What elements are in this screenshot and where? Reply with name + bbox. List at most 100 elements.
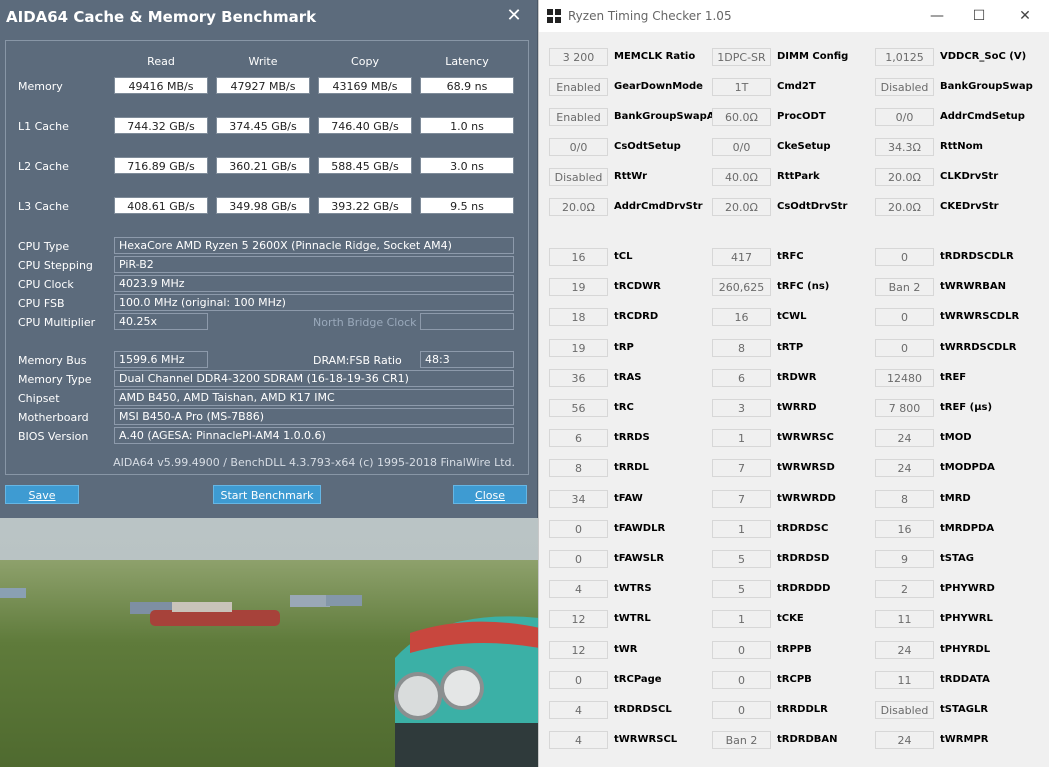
field-value-trrds: 6	[549, 429, 608, 448]
field-value-tref: 12480	[875, 368, 934, 387]
field-value-tcwl: 16	[712, 308, 771, 327]
cpu-clock-label: CPU Clock	[18, 278, 74, 291]
field-label-rttwr: RttWr	[614, 171, 648, 182]
app-logo-icon	[547, 9, 561, 23]
field-label-trcpb: tRCPB	[777, 673, 812, 685]
dram-fsb-value: 48:3	[420, 351, 514, 368]
field-label-tcwl: tCWL	[777, 311, 807, 323]
field-label-tmodpda: tMODPDA	[940, 462, 995, 474]
close-icon[interactable]: ✕	[1015, 6, 1035, 26]
motherboard-label: Motherboard	[18, 411, 89, 424]
column-header-write: Write	[248, 55, 278, 68]
field-label-twrwrban: tWRWRBAN	[940, 281, 1006, 293]
field-label-twrwrsd: tWRWRSD	[777, 462, 835, 474]
cpu-multiplier-value: 40.25x	[114, 313, 208, 330]
bios-version-label: BIOS Version	[18, 430, 89, 443]
motherboard-value: MSI B450-A Pro (MS-7B86)	[114, 408, 514, 425]
aida64-title: AIDA64 Cache & Memory Benchmark	[6, 8, 317, 26]
field-value-tcl: 16	[549, 248, 608, 266]
l1-write-value: 374.45 GB/s	[216, 117, 310, 134]
field-label-tfawslr: tFAWSLR	[614, 553, 665, 564]
field-value-memclk-ratio: 3 200	[549, 48, 608, 66]
save-button[interactable]: Save	[5, 485, 79, 504]
field-value-trp: 19	[549, 338, 608, 357]
memory-read-value: 49416 MB/s	[114, 77, 208, 94]
field-value-twrmpr: 24	[875, 731, 934, 750]
field-label-trrds: tRRDS	[614, 432, 650, 444]
field-label-trrdl: tRRDL	[614, 462, 649, 474]
field-value-twtrs: 4	[549, 580, 608, 599]
field-label-vddcr-soc-v-: VDDCR_SoC (V)	[940, 51, 1027, 62]
row-label-l2: L2 Cache	[18, 160, 69, 173]
field-label-trddata: tRDDATA	[940, 673, 990, 685]
field-value-trfc: 417	[712, 248, 771, 266]
field-value-tmod: 24	[875, 429, 934, 448]
field-value-trc: 56	[549, 399, 608, 417]
l1-read-value: 744.32 GB/s	[114, 117, 208, 134]
chipset-label: Chipset	[18, 392, 60, 405]
field-label-tcke: tCKE	[777, 613, 804, 625]
field-value-tfawdlr: 0	[549, 519, 608, 538]
close-button-label: Close	[475, 489, 505, 502]
field-value-twrwrscdlr: 0	[875, 308, 934, 327]
cpu-fsb-value: 100.0 MHz (original: 100 MHz)	[114, 294, 514, 311]
field-value-vddcr-soc-v-: 1,0125	[875, 48, 934, 66]
field-label-twtrs: tWTRS	[614, 583, 652, 595]
chipset-value: AMD B450, AMD Taishan, AMD K17 IMC	[114, 389, 514, 406]
field-label-trfc: tRFC	[777, 251, 804, 262]
field-value-trdrdsc: 1	[712, 519, 771, 538]
maximize-icon[interactable]: ☐	[969, 6, 989, 26]
field-value-tfaw: 34	[549, 489, 608, 508]
field-value-tmrdpda: 16	[875, 519, 934, 538]
close-button[interactable]: Close	[453, 485, 527, 504]
field-value-twr: 12	[549, 640, 608, 659]
field-value-bankgroupswapalt: Enabled	[549, 108, 608, 126]
field-value-tras: 36	[549, 368, 608, 387]
field-label-twrrdscdlr: tWRRDSCDLR	[940, 341, 1017, 353]
field-value-trtp: 8	[712, 338, 771, 357]
field-value-tphywrl: 11	[875, 610, 934, 629]
field-value-tfawslr: 0	[549, 550, 608, 568]
cpu-stepping-label: CPU Stepping	[18, 259, 93, 272]
rtc-titlebar: Ryzen Timing Checker 1.05 — ☐ ✕	[539, 0, 1049, 32]
field-value-twrrd: 3	[712, 399, 771, 417]
field-label-csodtsetup: CsOdtSetup	[614, 141, 681, 152]
field-label-bankgroupswapalt: BankGroupSwapAlt	[614, 111, 723, 122]
field-value-tmodpda: 24	[875, 459, 934, 478]
field-value-trdrdban: Ban 2	[712, 731, 771, 750]
field-value-tcke: 1	[712, 610, 771, 629]
field-value-trrdl: 8	[549, 459, 608, 478]
field-label-ckesetup: CkeSetup	[777, 141, 831, 152]
field-value-twtrl: 12	[549, 610, 608, 629]
field-label-addrcmdsetup: AddrCmdSetup	[940, 111, 1025, 122]
cpu-clock-value: 4023.9 MHz	[114, 275, 514, 292]
field-value-ckesetup: 0/0	[712, 138, 771, 156]
field-value-tstag: 9	[875, 550, 934, 568]
field-value-rttpark: 40.0Ω	[712, 168, 771, 186]
field-value-ckedrvstr: 20.0Ω	[875, 198, 934, 216]
field-label-rttnom: RttNom	[940, 141, 983, 152]
field-label-twr: tWR	[614, 643, 638, 655]
field-value-addrcmdsetup: 0/0	[875, 108, 934, 126]
field-value-geardownmode: Enabled	[549, 78, 608, 96]
rtc-title: Ryzen Timing Checker 1.05	[568, 9, 732, 23]
save-button-label: Save	[28, 489, 56, 502]
field-label-dimm-config: DIMM Config	[777, 51, 849, 62]
field-label-tfawdlr: tFAWDLR	[614, 522, 666, 534]
field-label-trdrdscl: tRDRDSCL	[614, 704, 672, 715]
memory-bus-value: 1599.6 MHz	[114, 351, 208, 368]
close-icon[interactable]: ✕	[500, 3, 528, 29]
memory-type-value: Dual Channel DDR4-3200 SDRAM (16-18-19-3…	[114, 370, 514, 387]
field-value-tstaglr: Disabled	[875, 701, 934, 719]
cpu-type-value: HexaCore AMD Ryzen 5 2600X (Pinnacle Rid…	[114, 237, 514, 254]
field-value-trddata: 11	[875, 670, 934, 689]
field-label-trdrddd: tRDRDDD	[777, 583, 831, 595]
column-header-latency: Latency	[445, 55, 489, 68]
field-value-trcdwr: 19	[549, 278, 608, 297]
minimize-icon[interactable]: —	[927, 6, 947, 26]
field-value-csodtsetup: 0/0	[549, 138, 608, 156]
field-label-tref: tREF	[940, 371, 967, 383]
l2-write-value: 360.21 GB/s	[216, 157, 310, 174]
start-benchmark-button[interactable]: Start Benchmark	[213, 485, 321, 504]
field-value-tref-s-: 7 800	[875, 399, 934, 417]
